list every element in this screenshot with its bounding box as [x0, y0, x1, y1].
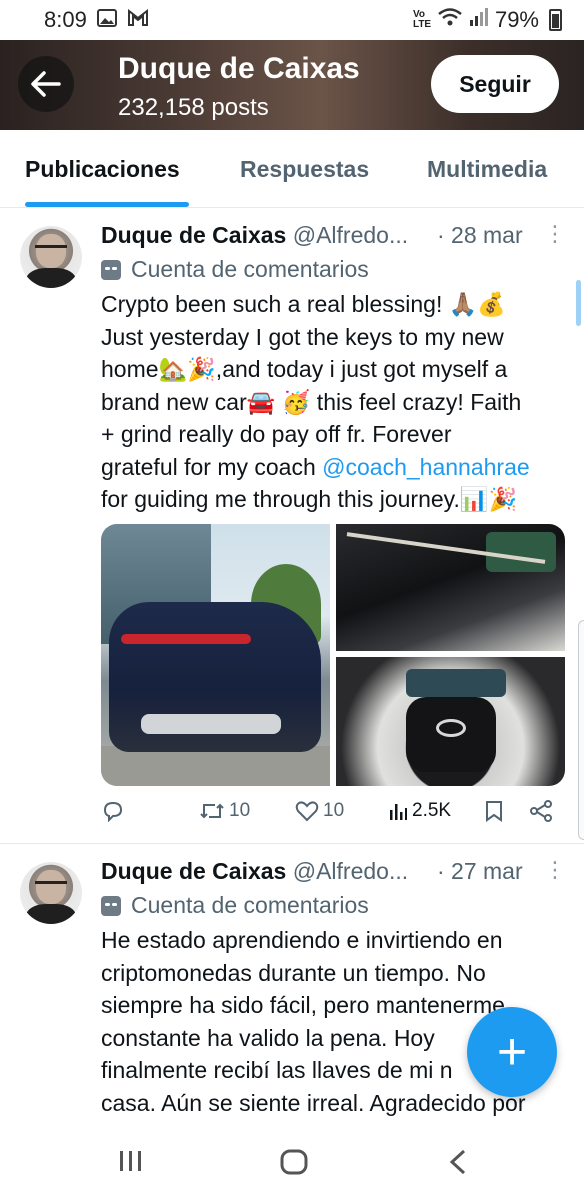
follow-button[interactable]: Seguir — [431, 55, 559, 113]
gmail-icon — [127, 7, 149, 33]
profile-tabs: Publicaciones Respuestas Multimedia — [0, 130, 584, 208]
tab-publicaciones[interactable]: Publicaciones — [25, 156, 180, 183]
account-label: Cuenta de comentarios — [131, 892, 369, 918]
tab-multimedia[interactable]: Multimedia — [427, 156, 547, 183]
signal-icon — [469, 7, 489, 33]
share-button[interactable] — [529, 800, 553, 822]
gallery-icon — [96, 7, 117, 33]
like-count: 10 — [323, 800, 345, 821]
status-bar: 8:09 Vo LTE 79% — [0, 0, 584, 40]
wifi-icon — [437, 7, 463, 33]
share-icon — [530, 800, 552, 822]
back-nav-button[interactable] — [448, 1149, 468, 1180]
battery-percent: 79% — [494, 7, 539, 32]
bookmark-icon — [486, 801, 502, 822]
media-image-car-rear[interactable] — [101, 524, 330, 786]
chevron-left-icon — [449, 1149, 466, 1175]
post-date[interactable]: · 28 mar — [437, 222, 523, 249]
post-count: 232,158 posts — [118, 94, 269, 121]
status-time: 8:09 — [44, 7, 87, 32]
profile-header: Duque de Caixas 232,158 posts Seguir — [0, 40, 584, 130]
compose-button[interactable]: + — [467, 1007, 557, 1097]
bookmark-button[interactable] — [485, 800, 503, 822]
views-button[interactable]: 2.5K — [388, 800, 451, 822]
post-actions: 10 10 2.5K — [101, 800, 561, 830]
heart-icon — [295, 801, 319, 822]
views-icon — [390, 804, 407, 820]
mention-link[interactable]: @coach_hannahrae — [322, 454, 530, 480]
back-button[interactable] — [18, 56, 74, 112]
media-image-steering-wheel[interactable] — [336, 657, 565, 786]
media-grid — [101, 524, 565, 786]
reply-icon — [103, 801, 123, 822]
retweet-button[interactable]: 10 — [199, 800, 250, 822]
avatar[interactable] — [20, 862, 82, 924]
recent-apps-button[interactable] — [118, 1149, 144, 1178]
arrow-left-icon — [31, 71, 61, 97]
retweet-icon — [200, 803, 224, 819]
post-author-handle[interactable]: @Alfredo... — [293, 858, 408, 884]
retweet-count: 10 — [229, 800, 251, 821]
avatar[interactable] — [20, 226, 82, 288]
media-image-dashboard[interactable] — [336, 524, 565, 651]
profile-name: Duque de Caixas — [118, 52, 360, 85]
tab-respuestas[interactable]: Respuestas — [240, 156, 369, 183]
active-tab-indicator — [25, 202, 189, 207]
account-label: Cuenta de comentarios — [131, 256, 369, 282]
post-text: Crypto been such a real blessing! 🙏🏽💰 Ju… — [101, 291, 530, 512]
reply-button[interactable] — [101, 800, 125, 822]
post-author-name[interactable]: Duque de Caixas — [101, 858, 286, 884]
views-count: 2.5K — [412, 800, 452, 821]
home-button[interactable] — [280, 1149, 308, 1180]
post-author-handle[interactable]: @Alfredo... — [293, 222, 408, 248]
battery-icon — [549, 9, 562, 31]
home-icon — [280, 1149, 308, 1175]
post[interactable]: Duque de Caixas @Alfredo... · 28 mar ⋮ C… — [0, 208, 584, 842]
mask-icon — [101, 895, 121, 916]
more-options-icon[interactable]: ⋮ — [544, 859, 566, 881]
more-options-icon[interactable]: ⋮ — [544, 223, 566, 245]
like-button[interactable]: 10 — [295, 800, 344, 822]
mask-icon — [101, 259, 121, 280]
plus-icon: + — [496, 1023, 528, 1081]
post-date[interactable]: · 27 mar — [437, 858, 523, 885]
volte-indicator: Vo LTE — [412, 9, 432, 30]
post-author-name[interactable]: Duque de Caixas — [101, 222, 286, 248]
recent-apps-icon — [120, 1151, 141, 1171]
system-nav-bar — [0, 1125, 584, 1200]
